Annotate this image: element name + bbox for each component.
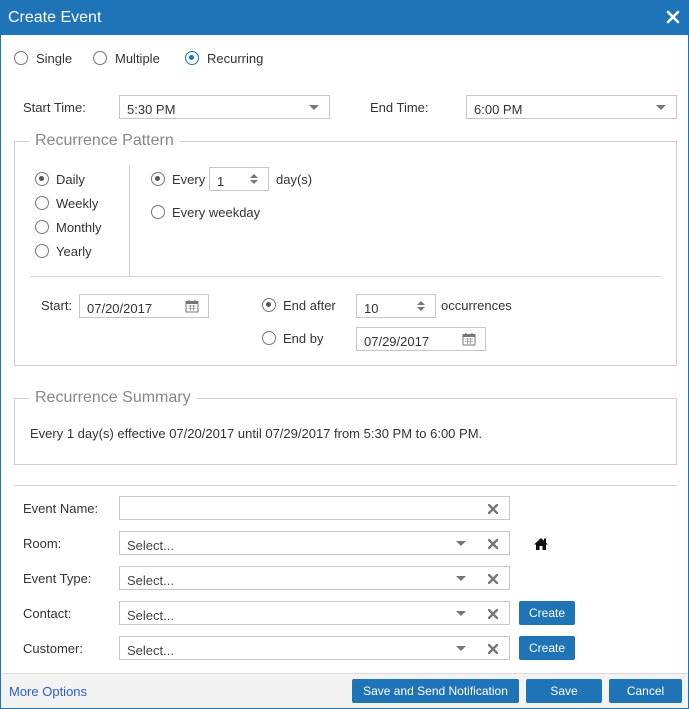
calendar-icon[interactable] [462,332,476,346]
stepper-down-icon[interactable] [250,180,258,184]
radio-every-n-days[interactable] [151,172,165,186]
contact-label: Contact: [23,606,72,621]
pattern-divider [30,276,661,277]
start-date-value: 07/20/2017 [87,301,153,316]
title-bar: Create Event [1,1,688,35]
clear-icon[interactable] [488,574,498,584]
label-occurrences: occurrences [441,298,512,313]
save-and-send-notification-button[interactable]: Save and Send Notification [352,679,519,703]
dialog-title: Create Event [8,9,102,26]
chevron-down-icon[interactable] [456,611,466,616]
form-divider [14,485,677,486]
label-weekly: Weekly [56,196,99,211]
chevron-down-icon[interactable] [456,576,466,581]
every-days-stepper[interactable]: 1 [209,167,269,191]
end-by-date-value: 07/29/2017 [364,334,430,349]
chevron-down-icon[interactable] [456,646,466,651]
start-time-value: 5:30 PM [127,102,176,117]
create-contact-button[interactable]: Create [519,601,575,625]
room-label: Room: [23,536,62,551]
label-every: Every [172,172,206,187]
home-icon[interactable] [533,537,549,551]
contact-select[interactable]: Select... [119,601,510,625]
clear-icon[interactable] [488,644,498,654]
stepper-down-icon[interactable] [417,307,425,311]
event-type-select[interactable]: Select... [119,566,510,590]
event-name-input[interactable] [119,496,510,520]
chevron-down-icon [656,105,666,110]
end-after-stepper[interactable]: 10 [356,294,436,318]
event-type-placeholder: Select... [127,573,174,588]
label-end-by: End by [283,331,324,346]
room-placeholder: Select... [127,538,174,553]
label-multiple: Multiple [115,51,160,66]
recurrence-summary-text: Every 1 day(s) effective 07/20/2017 unti… [30,426,483,441]
end-after-value: 10 [364,301,379,316]
stepper-up-icon[interactable] [417,301,425,305]
radio-yearly[interactable] [35,244,49,258]
label-monthly: Monthly [56,220,102,235]
chevron-down-icon [309,105,319,110]
recurrence-summary-legend: Recurrence Summary [29,389,197,407]
clear-icon[interactable] [488,539,498,549]
save-button[interactable]: Save [526,679,602,703]
end-time-value: 6:00 PM [474,102,523,117]
chevron-down-icon[interactable] [456,541,466,546]
radio-recurring[interactable] [185,51,199,65]
radio-every-weekday[interactable] [151,205,165,219]
radio-multiple[interactable] [93,51,107,65]
label-single: Single [36,51,73,66]
start-time-select[interactable]: 5:30 PM [119,95,330,119]
customer-placeholder: Select... [127,643,174,658]
contact-placeholder: Select... [127,608,174,623]
close-icon[interactable] [666,10,680,24]
radio-end-after[interactable] [262,298,276,312]
label-end-after: End after [283,298,336,313]
more-options-link[interactable]: More Options [9,684,87,699]
create-customer-button[interactable]: Create [519,636,575,660]
dialog-footer: More Options Save and Send Notification … [1,673,688,708]
event-type-label: Event Type: [23,571,92,586]
radio-daily[interactable] [35,172,49,186]
customer-label: Customer: [23,641,83,656]
radio-weekly[interactable] [35,196,49,210]
end-time-label: End Time: [370,100,429,115]
event-name-label: Event Name: [23,501,99,516]
recurrence-pattern-group [14,141,677,366]
start-time-label: Start Time: [23,100,86,115]
cancel-button[interactable]: Cancel [609,679,682,703]
calendar-icon[interactable] [185,299,199,313]
radio-monthly[interactable] [35,220,49,234]
end-time-select[interactable]: 6:00 PM [466,95,677,119]
every-days-value: 1 [217,174,225,189]
recurrence-pattern-legend: Recurrence Pattern [29,132,180,150]
end-by-date-input[interactable]: 07/29/2017 [356,327,486,351]
stepper-up-icon[interactable] [250,174,258,178]
room-select[interactable]: Select... [119,531,510,555]
radio-single[interactable] [14,51,28,65]
start-date-input[interactable]: 07/20/2017 [79,294,209,318]
label-every-weekday: Every weekday [172,205,261,220]
label-daily: Daily [56,172,85,187]
customer-select[interactable]: Select... [119,636,510,660]
create-event-dialog: Create Event Single Multiple Recurring S… [0,0,689,709]
vertical-divider [129,166,130,276]
label-recurring: Recurring [207,51,264,66]
radio-end-by[interactable] [262,331,276,345]
start-date-label: Start: [41,298,73,313]
clear-icon[interactable] [488,609,498,619]
label-days-unit: day(s) [276,172,313,187]
label-yearly: Yearly [56,244,92,259]
clear-icon[interactable] [488,504,498,514]
